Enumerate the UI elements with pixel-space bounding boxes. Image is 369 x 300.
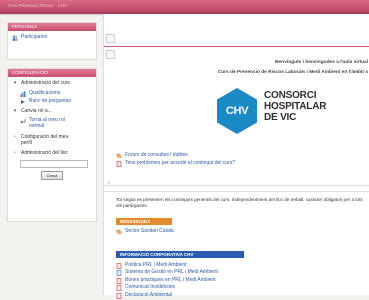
sidebar-item-label: Qualificacions	[29, 89, 61, 96]
sidebar-item-site-admin[interactable]: › Administració del lloc	[12, 149, 92, 157]
sidebar-item-label: Torna al meu rol normal	[29, 117, 65, 129]
sidebar-item-label: Administració del lloc	[21, 149, 68, 156]
left-sidebar: PERSONES Participants CONFIGURACIÓ ▾ Adm…	[0, 14, 100, 295]
chv-logo: CHV CONSORCI HOSPITALAR DE VIC	[217, 86, 369, 138]
logo-line-1: CONSORCI	[264, 90, 317, 101]
main-content: Benvinguts i benvingudes a l'aula virtua…	[103, 14, 369, 299]
sidebar-item-label: Administració del curs	[21, 80, 70, 86]
search-input[interactable]	[20, 160, 88, 169]
block-persones-title: PERSONES	[8, 23, 96, 31]
sidebar-item-course-admin[interactable]: ▾ Administració del curs	[12, 80, 92, 87]
section-divider	[104, 185, 369, 186]
arrow-right-icon	[21, 99, 25, 104]
sidebar-item-label: Canvia rol a...	[21, 107, 52, 114]
list-item[interactable]: Bones pràctiques en PRL i Medi Ambient	[116, 276, 218, 284]
chevron-down-icon: ▾	[13, 107, 17, 114]
pdf-icon	[116, 277, 122, 284]
chevron-right-icon: ›	[14, 149, 16, 156]
forum-icon	[116, 229, 122, 235]
welcome-heading: Benvinguts i benvingudes a l'aula virtua…	[218, 58, 368, 78]
sidebar-item-return-role[interactable]: Torna al meu rol normal	[20, 117, 92, 129]
page-icon	[116, 161, 122, 167]
list-item-label: Sector Sanitari Català	[125, 228, 174, 234]
logo-mark: CHV	[217, 88, 257, 134]
chevron-left-icon[interactable]: ‹	[108, 180, 110, 186]
collapse-sidebar-button[interactable]	[106, 34, 115, 43]
pdf-icon	[116, 292, 122, 299]
section-heading-corporate: INFORMACIÓ CORPORATIVA CHV	[116, 251, 244, 258]
list-item[interactable]: Política PRL i Medi Ambient	[116, 262, 218, 269]
logo-line-2: HOSPITALAR	[264, 101, 327, 112]
help-link-label: Tens problemes per accedir al contingut …	[125, 160, 236, 166]
welcome-line-2: Curs de Prevenció de Riscos Laborals i M…	[217, 70, 368, 75]
benvinguda-list: Sector Sanitari Català	[116, 228, 174, 236]
header-divider	[104, 46, 369, 47]
document-icon	[116, 270, 122, 277]
sidebar-item-profile-settings[interactable]: › Configuració del meu perfil	[12, 135, 92, 146]
top-navigation-bar: Curs Prevenció Riscos · CHV	[0, 0, 369, 14]
block-configuracio-title: CONFIGURACIÓ	[8, 69, 96, 77]
list-item[interactable]: Sistema de Gestió en PRL i Medi Ambient	[116, 269, 218, 277]
sidebar-item-switch-role[interactable]: ▾ Canvia rol a...	[12, 107, 92, 115]
logo-wordmark: CONSORCI HOSPITALAR DE VIC	[264, 90, 326, 123]
help-link[interactable]: Tens problemes per accedir al contingut …	[116, 160, 236, 167]
sidebar-item-participants[interactable]: Participants	[12, 34, 92, 41]
list-item-label: Comunicat Incidències	[125, 284, 176, 291]
sidebar-item-label: Banc de preguntes	[29, 97, 71, 104]
corporate-list: Política PRL i Medi Ambient Sistema de G…	[116, 262, 218, 300]
block-persones: PERSONES Participants	[7, 22, 97, 60]
pdf-icon	[116, 285, 122, 291]
intro-text: Tot seguit es presenten els continguts g…	[116, 197, 363, 208]
breadcrumb[interactable]: Curs Prevenció Riscos · CHV	[8, 3, 67, 8]
list-item[interactable]: Declaració Ambiental	[116, 291, 218, 299]
forum-link[interactable]: Fòrum de consultes i dubtes	[116, 152, 235, 159]
list-item-label: Declaració Ambiental	[125, 291, 172, 298]
grades-icon	[20, 91, 26, 97]
forum-link-label: Fòrum de consultes i dubtes	[125, 152, 188, 158]
sidebar-item-question-bank[interactable]: Banc de preguntes	[20, 97, 92, 105]
list-item-label: Sistema de Gestió en PRL i Medi Ambient	[125, 269, 218, 276]
users-icon	[12, 35, 18, 41]
return-icon	[20, 119, 26, 124]
edit-section-button[interactable]	[106, 50, 115, 59]
list-item-label: Política PRL i Medi Ambient	[125, 262, 187, 268]
list-item-label: Bones pràctiques en PRL i Medi Ambient	[125, 276, 216, 283]
section-divider-2	[104, 191, 369, 192]
search-button[interactable]: Cerca	[41, 171, 63, 181]
list-item[interactable]: Sector Sanitari Català	[116, 228, 174, 235]
welcome-line-1: Benvinguts i benvingudes a l'aula virtua…	[275, 60, 368, 65]
pdf-icon	[116, 263, 122, 269]
list-item[interactable]: Comunicat Incidències	[116, 284, 218, 291]
sidebar-item-label: Configuració del meu perfil	[21, 134, 69, 146]
sidebar-item-grades[interactable]: Qualificacions	[20, 89, 92, 97]
section-heading-benvinguda: BENVINGUDA	[116, 218, 172, 225]
sidebar-item-label: Participants	[21, 34, 48, 40]
forum-icon	[116, 153, 122, 159]
logo-line-3: DE VIC	[264, 112, 297, 123]
block-configuracio: CONFIGURACIÓ ▾ Administració del curs Qu…	[7, 68, 97, 222]
top-links: Fòrum de consultes i dubtes Tens problem…	[116, 152, 236, 169]
chevron-down-icon: ▾	[13, 80, 17, 86]
chevron-right-icon: ›	[14, 134, 16, 141]
